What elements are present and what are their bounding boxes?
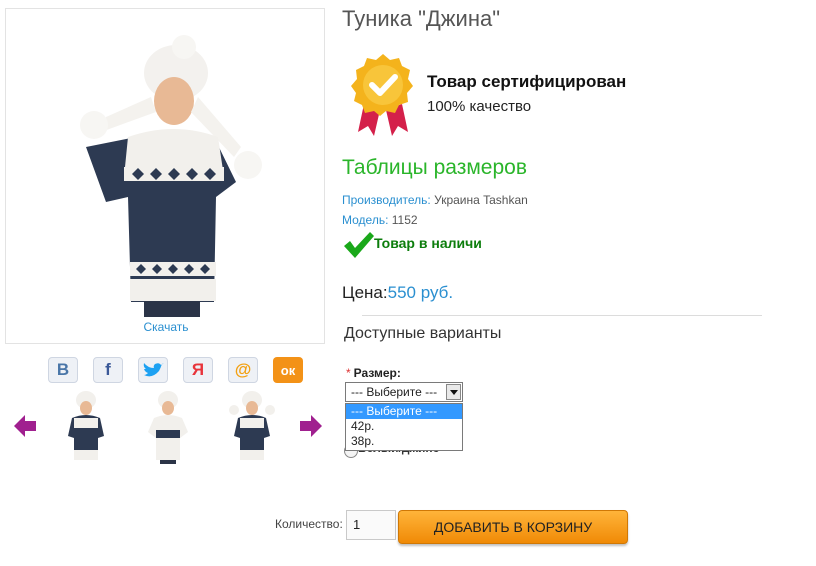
size-select-value: --- Выберите --- — [351, 385, 438, 399]
thumbnail-2[interactable] — [142, 388, 194, 464]
manufacturer-label[interactable]: Производитель: — [342, 193, 431, 207]
model-row: Модель: 1152 — [342, 213, 418, 227]
download-link[interactable]: Скачать — [6, 320, 326, 334]
chevron-down-icon[interactable] — [446, 384, 461, 400]
size-option[interactable]: 42р. — [346, 419, 462, 434]
checkmark-icon — [344, 232, 374, 258]
stock-status: Товар в наличи — [374, 235, 482, 251]
divider — [362, 315, 762, 316]
size-option[interactable]: 38р. — [346, 434, 462, 449]
manufacturer-value: Украина Tashkan — [434, 193, 528, 207]
price-value: 550 руб. — [387, 283, 454, 302]
arrow-right-icon[interactable] — [298, 413, 324, 439]
facebook-icon[interactable]: f — [93, 357, 123, 383]
price-label: Цена: — [342, 283, 388, 302]
required-mark: * — [346, 366, 351, 380]
variants-title: Доступные варианты — [344, 325, 502, 342]
quantity-label: Количество: — [275, 517, 343, 531]
certified-title: Товар сертифицирован — [427, 72, 627, 91]
size-select[interactable]: --- Выберите --- — [345, 382, 463, 402]
vk-icon[interactable]: B — [48, 357, 78, 383]
thumbnail-3[interactable] — [226, 388, 278, 464]
product-main-image[interactable]: Скачать — [5, 8, 325, 344]
size-option[interactable]: --- Выберите --- — [346, 404, 462, 419]
arrow-left-icon[interactable] — [12, 413, 38, 439]
size-dropdown-list: --- Выберите --- 42р. 38р. — [345, 403, 463, 451]
mailru-icon[interactable]: @ — [228, 357, 258, 383]
thumbnail-1[interactable] — [60, 388, 112, 464]
certified-subtitle: 100% качество — [427, 98, 532, 115]
odnoklassniki-icon[interactable]: ок — [273, 357, 303, 383]
add-to-cart-button[interactable]: ДОБАВИТЬ В КОРЗИНУ — [398, 510, 628, 544]
moimir-icon[interactable]: Я — [183, 357, 213, 383]
twitter-icon[interactable] — [138, 357, 168, 383]
social-share-bar: B f Я @ ок — [48, 357, 318, 383]
size-chart-link[interactable]: Таблицы размеров — [342, 156, 527, 180]
product-title: Туника "Джина" — [342, 6, 501, 31]
manufacturer-row: Производитель: Украина Tashkan — [342, 193, 528, 207]
price-row: Цена:550 руб. — [342, 283, 453, 303]
model-value: 1152 — [391, 213, 418, 227]
girl-in-sweater-image — [80, 35, 262, 317]
size-label-text: Размер: — [353, 366, 401, 380]
model-label: Модель: — [342, 213, 389, 227]
certified-badge-icon — [351, 54, 413, 136]
size-field-label: * Размер: — [346, 366, 401, 380]
quantity-input[interactable]: 1 — [346, 510, 396, 540]
